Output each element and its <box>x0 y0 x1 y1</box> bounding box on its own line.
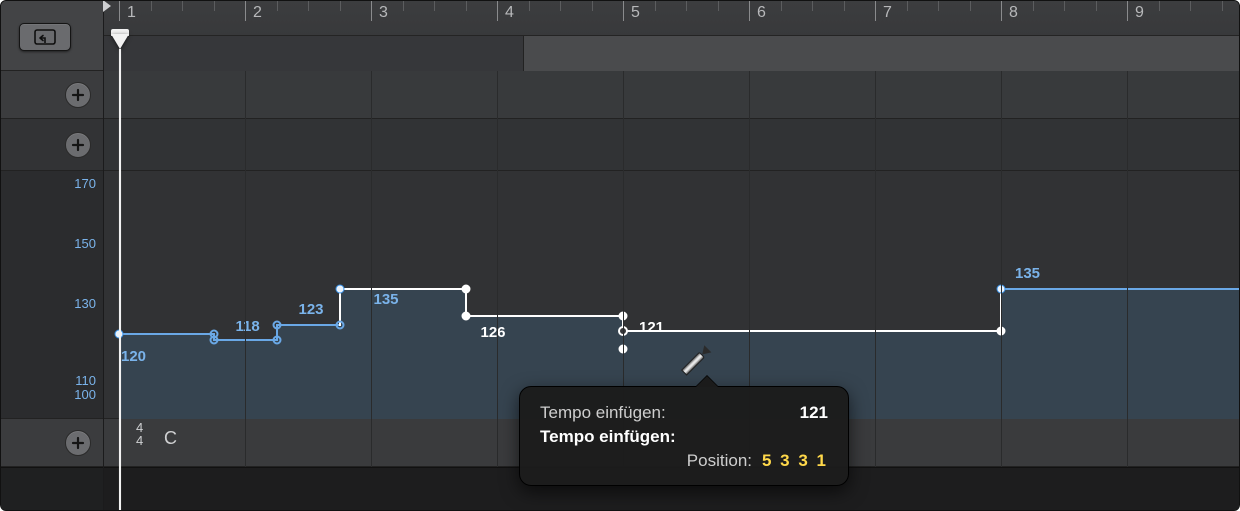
tempo-value-label: 126 <box>481 324 506 341</box>
play-position-indicator-icon <box>103 0 111 12</box>
list-editors-button[interactable] <box>19 23 71 51</box>
tempo-segment[interactable] <box>119 333 214 335</box>
bar-label: 4 <box>505 4 514 22</box>
time-signature-denominator: 4 <box>136 434 144 447</box>
insert-tempo-tooltip: Tempo einfügen: 121 Tempo einfügen: Posi… <box>519 386 849 486</box>
tempo-value-label: 121 <box>639 319 664 336</box>
tempo-node-end[interactable] <box>335 321 344 330</box>
bar-label: 9 <box>1135 4 1144 22</box>
add-signature-button[interactable] <box>65 430 91 456</box>
tempo-value-label: 135 <box>374 291 399 308</box>
tempo-axis-tick-label: 170 <box>74 176 96 191</box>
playhead-line[interactable] <box>119 49 121 511</box>
bar-label: 5 <box>631 4 640 22</box>
signature-track-header <box>1 419 103 467</box>
cycle-ruler[interactable] <box>104 35 1240 71</box>
tempo-axis-tick-label: 130 <box>74 296 96 311</box>
tempo-value-label: 118 <box>236 318 260 335</box>
bar-label: 1 <box>127 4 136 22</box>
app-window: 170150130110100 123456789 12011812313512… <box>0 0 1240 511</box>
tempo-segment[interactable] <box>466 315 624 317</box>
tempo-segment[interactable] <box>623 330 1001 332</box>
tooltip-line3-label: Position: <box>540 451 762 471</box>
tempo-track-header: 170 150 130 110100 <box>1 171 103 419</box>
bar-label: 8 <box>1009 4 1018 22</box>
tempo-node[interactable] <box>272 321 281 330</box>
key-signature[interactable]: C <box>164 428 177 449</box>
tempo-node-end[interactable] <box>209 330 218 339</box>
tempo-node-end[interactable] <box>272 336 281 345</box>
tempo-segment[interactable] <box>1001 288 1240 290</box>
time-signature[interactable]: 4 4 <box>136 421 144 447</box>
tempo-axis-tick-label: 150 <box>74 236 96 251</box>
bar-label: 6 <box>757 4 766 22</box>
add-marker-button[interactable] <box>65 82 91 108</box>
tempo-segment[interactable] <box>340 288 466 290</box>
bar-ruler[interactable]: 1 2 3 4 5 6 7 8 9 <box>104 1 1240 71</box>
tempo-segment[interactable] <box>277 324 340 326</box>
bottom-strip <box>1 467 103 511</box>
tempo-axis-tick-label: 110 <box>75 373 96 388</box>
playhead-handle-tip[interactable] <box>111 34 129 49</box>
tempo-node[interactable] <box>335 285 344 294</box>
marker-track-header <box>1 71 103 119</box>
tempo-lane[interactable]: 120 118 123 135 126 121 135 <box>104 171 1240 419</box>
bar-label: 7 <box>883 4 892 22</box>
tempo-value-label: 123 <box>299 301 324 318</box>
tempo-value-label: 120 <box>121 348 146 365</box>
toolbar-strip <box>1 1 103 71</box>
tooltip-line1-label: Tempo einfügen: <box>540 403 666 423</box>
cycle-range[interactable] <box>104 36 524 72</box>
bar-label: 2 <box>253 4 262 22</box>
add-arrangement-button[interactable] <box>65 132 91 158</box>
bar-label: 3 <box>379 4 388 22</box>
tempo-axis-tick-label: 100 <box>74 387 96 402</box>
tooltip-line1-value: 121 <box>800 403 828 423</box>
arrangement-track-header <box>1 119 103 171</box>
marker-lane[interactable] <box>104 71 1240 119</box>
tooltip-line2-label: Tempo einfügen: <box>540 427 676 447</box>
tempo-value-label: 135 <box>1015 265 1040 282</box>
tooltip-line3-value: 5 3 3 1 <box>762 451 828 471</box>
track-header-gutter: 170 150 130 110100 <box>1 1 104 511</box>
tempo-node[interactable] <box>461 312 470 321</box>
tempo-node-end[interactable] <box>461 285 470 294</box>
arrangement-lane[interactable] <box>104 119 1240 171</box>
timeline-area[interactable]: 123456789 120118123135126121135 4 4 C <box>104 1 1240 511</box>
